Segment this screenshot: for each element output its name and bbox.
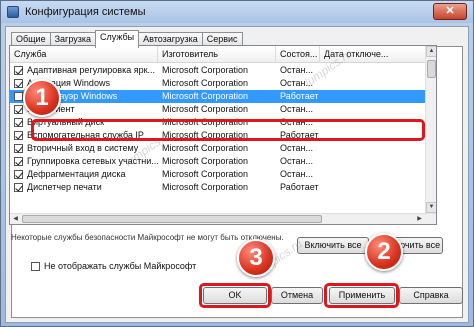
- horizontal-scrollbar[interactable]: ◀ ▶: [10, 213, 436, 224]
- manufacturer-cell: Microsoft Corporation: [162, 65, 249, 75]
- service-name: Адаптивная регулировка ярк...: [27, 65, 156, 75]
- title-bar[interactable]: Конфигурация системы ✕: [1, 1, 473, 23]
- scroll-left-arrow-icon[interactable]: ◀: [10, 214, 21, 224]
- help-button[interactable]: Справка: [399, 287, 463, 304]
- hide-microsoft-services-option[interactable]: Не отображать службы Майкрософт: [31, 261, 196, 271]
- table-row[interactable]: Веб-клиентMicrosoft CorporationОстан...: [10, 103, 426, 116]
- date-disabled-cell: [320, 77, 426, 90]
- table-row[interactable]: Брандмауэр Windows Microsoft Corporation Р…: [10, 90, 426, 103]
- scroll-down-arrow-icon[interactable]: ▼: [426, 202, 436, 213]
- highlight-firewall-row: [31, 119, 425, 141]
- service-checkbox[interactable]: [14, 105, 23, 114]
- service-name: Вторичный вход в систему: [27, 143, 139, 153]
- service-checkbox[interactable]: [14, 66, 23, 75]
- service-checkbox[interactable]: [14, 183, 23, 192]
- column-header-manufacturer[interactable]: Изготовитель: [158, 46, 276, 63]
- manufacturer-cell: Microsoft Corporation: [162, 104, 249, 114]
- system-config-window: Конфигурация системы ✕ Общие Загрузка Сл…: [0, 0, 474, 327]
- close-button[interactable]: ✕: [433, 3, 467, 20]
- service-name: Дефрагментация диска: [27, 169, 126, 179]
- horizontal-scroll-thumb[interactable]: [22, 215, 322, 223]
- window-title: Конфигурация системы: [25, 6, 146, 18]
- service-checkbox[interactable]: [14, 144, 23, 153]
- service-name-cell: Адаптивная регулировка ярк...: [10, 64, 158, 77]
- highlight-apply-button: [324, 283, 399, 308]
- hide-ms-label: Не отображать службы Майкрософт: [44, 261, 197, 271]
- service-name: Диспетчер печати: [27, 182, 102, 192]
- column-header-status[interactable]: Состоя...: [276, 46, 320, 63]
- status-cell: Остан...: [280, 169, 313, 179]
- table-row[interactable]: Дефрагментация диска Microsoft Corporatio…: [10, 168, 426, 181]
- vertical-scrollbar[interactable]: ▲ ▼: [425, 46, 436, 224]
- step-badge-1: 1: [23, 79, 61, 117]
- date-disabled-cell: [320, 155, 426, 168]
- manufacturer-cell: Microsoft Corporation: [162, 143, 249, 153]
- highlight-ok-button: [199, 283, 271, 308]
- table-row[interactable]: Активация Windows Microsoft Corporation Ос…: [10, 77, 426, 90]
- service-name-cell: Диспетчер печати: [10, 181, 158, 194]
- service-checkbox[interactable]: [14, 118, 23, 127]
- date-disabled-cell: [320, 181, 426, 194]
- service-checkbox[interactable]: [14, 157, 23, 166]
- status-cell: Остан...: [280, 156, 313, 166]
- hide-ms-checkbox[interactable]: [31, 261, 40, 271]
- column-header-service[interactable]: Служба: [10, 46, 158, 63]
- service-checkbox[interactable]: [14, 92, 23, 101]
- tab-services[interactable]: Службы: [95, 30, 140, 48]
- app-icon: [7, 6, 19, 18]
- table-row[interactable]: Адаптивная регулировка ярк... Microsoft C…: [10, 64, 426, 77]
- service-checkbox[interactable]: [14, 79, 23, 88]
- date-disabled-cell: [320, 90, 426, 103]
- scroll-up-arrow-icon[interactable]: ▲: [426, 46, 436, 57]
- table-row[interactable]: Группировка сетевых участни... Microsoft …: [10, 155, 426, 168]
- service-checkbox[interactable]: [14, 170, 23, 179]
- status-cell: Работает: [280, 91, 319, 101]
- step-badge-2: 2: [365, 233, 403, 271]
- date-disabled-cell: [320, 103, 426, 116]
- manufacturer-cell: Microsoft Corporation: [162, 78, 249, 88]
- manufacturer-cell: Microsoft Corporation: [162, 91, 249, 101]
- status-cell: Остан...: [280, 143, 313, 153]
- status-cell: Остан...: [280, 104, 313, 114]
- table-row[interactable]: Вторичный вход в систему Microsoft Corpor…: [10, 142, 426, 155]
- manufacturer-cell: Microsoft Corporation: [162, 182, 249, 192]
- scroll-right-arrow-icon[interactable]: ▶: [414, 214, 425, 224]
- manufacturer-cell: Microsoft Corporation: [162, 156, 249, 166]
- service-checkbox[interactable]: [14, 131, 23, 140]
- vertical-scroll-thumb[interactable]: [427, 60, 436, 78]
- table-row[interactable]: Диспетчер печати Microsoft Corporation Раб…: [10, 181, 426, 194]
- status-cell: Работает: [280, 182, 319, 192]
- list-header: Служба Изготовитель Состоя... Дата отклю…: [10, 46, 426, 63]
- service-name-cell: Дефрагментация диска: [10, 168, 158, 181]
- enable-all-button[interactable]: Включить все: [297, 237, 369, 254]
- manufacturer-cell: Microsoft Corporation: [162, 169, 249, 179]
- date-disabled-cell: [320, 168, 426, 181]
- step-badge-3: 3: [237, 239, 275, 277]
- date-disabled-cell: [320, 142, 426, 155]
- cancel-button[interactable]: Отмена: [271, 287, 323, 304]
